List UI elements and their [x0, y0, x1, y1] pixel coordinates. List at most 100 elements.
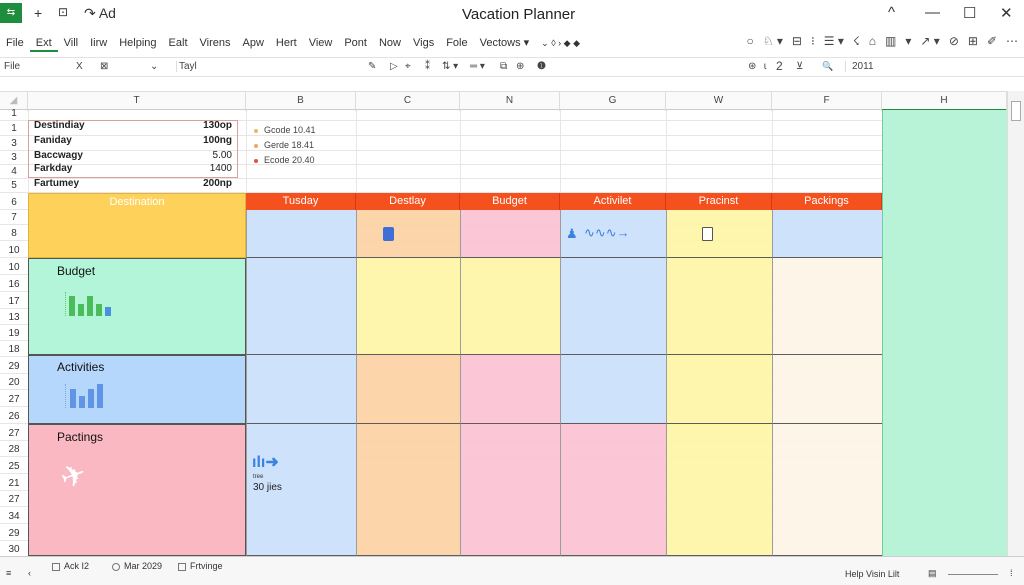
grid-cell[interactable]: [460, 210, 560, 258]
chevron-down-icon[interactable]: ⌄: [150, 61, 158, 72]
menu-virens[interactable]: Virens: [194, 34, 237, 52]
menu-vill[interactable]: Vill: [58, 34, 84, 52]
grid-cell[interactable]: [666, 210, 772, 258]
row-header[interactable]: 27: [0, 494, 28, 505]
grid-cell[interactable]: [560, 355, 666, 424]
row-header[interactable]: 18: [0, 344, 28, 355]
scrollbar-thumb[interactable]: [1011, 101, 1021, 121]
column-header-b[interactable]: B: [246, 92, 356, 111]
sheet-tab-3[interactable]: Frtvinge: [178, 561, 223, 571]
grid-cell[interactable]: [460, 424, 560, 556]
vertical-scrollbar[interactable]: [1007, 91, 1024, 556]
user-icon[interactable]: ♘ ▾: [763, 34, 783, 48]
save-icon[interactable]: ⊡: [58, 5, 68, 19]
pen-icon[interactable]: ✐: [987, 34, 997, 48]
layers-icon[interactable]: ⊛: [748, 61, 756, 72]
grid-cell[interactable]: [772, 424, 882, 556]
document-icon[interactable]: [383, 227, 394, 241]
menu-now[interactable]: Now: [373, 34, 407, 52]
minimize-button[interactable]: —: [925, 4, 940, 21]
menu-view[interactable]: View: [303, 34, 339, 52]
menu-apw[interactable]: Apw: [237, 34, 270, 52]
row-header[interactable]: 10: [0, 245, 28, 256]
pactings-block[interactable]: Pactings ✈: [28, 424, 246, 556]
zoom-handle-icon[interactable]: ⁞: [1010, 568, 1013, 578]
grid-cell[interactable]: [560, 258, 666, 355]
scroll-left-icon[interactable]: ‹: [28, 568, 31, 578]
grid-cell[interactable]: [772, 210, 882, 258]
grid-cell[interactable]: [356, 258, 460, 355]
row-header[interactable]: 10: [0, 262, 28, 273]
grid-cell[interactable]: [246, 210, 356, 258]
row-header[interactable]: 29: [0, 361, 28, 372]
row-header[interactable]: 26: [0, 411, 28, 422]
menu-file[interactable]: File: [0, 34, 30, 52]
search-input[interactable]: 2011: [845, 61, 1015, 72]
column-header-c[interactable]: C: [356, 92, 460, 111]
row-header[interactable]: 8: [0, 228, 28, 239]
grid-cell[interactable]: [246, 355, 356, 424]
row-header[interactable]: 30: [0, 544, 28, 555]
page-view-icon[interactable]: ▤: [928, 568, 937, 579]
grid-cell[interactable]: [666, 424, 772, 556]
grid-cell[interactable]: [772, 355, 882, 424]
menu-ealt[interactable]: Ealt: [163, 34, 194, 52]
band-header[interactable]: Activilet: [560, 193, 666, 210]
table-icon[interactable]: ⊟: [792, 34, 802, 48]
grid-icon[interactable]: ⊞: [968, 34, 978, 48]
circle-icon[interactable]: ○: [747, 34, 754, 48]
border-icon[interactable]: ═ ▾: [470, 61, 485, 72]
band-header[interactable]: Budget: [460, 193, 560, 210]
person-icon[interactable]: ♟: [566, 226, 578, 242]
menu-helping[interactable]: Helping: [113, 34, 162, 52]
menu-pont[interactable]: Pont: [338, 34, 373, 52]
menu-iirw[interactable]: Iirw: [84, 34, 113, 52]
strike-icon[interactable]: ⁑: [425, 61, 430, 72]
grid-cell[interactable]: [460, 258, 560, 355]
grid-cell[interactable]: [666, 258, 772, 355]
grid-cell[interactable]: [356, 355, 460, 424]
grid-cell[interactable]: [246, 258, 356, 355]
column-header-f[interactable]: F: [772, 92, 882, 111]
band-header[interactable]: Packings: [772, 193, 882, 210]
close-button[interactable]: ✕: [1000, 4, 1013, 22]
redo-button[interactable]: ↷ Ad: [84, 5, 116, 22]
grid-cell[interactable]: [356, 210, 460, 258]
maximize-button[interactable]: ☐: [963, 4, 976, 22]
activities-block[interactable]: Activities: [28, 355, 246, 424]
menu-ext[interactable]: Ext: [29, 34, 58, 52]
row-header[interactable]: 21: [0, 478, 28, 489]
row-header[interactable]: 19: [0, 328, 28, 339]
shape-icon[interactable]: ⌖: [405, 61, 411, 72]
band-header[interactable]: Destlay: [356, 193, 460, 210]
row-header[interactable]: 6: [0, 197, 28, 208]
menu-vectows[interactable]: Vectows ▾: [474, 34, 536, 52]
cursor-icon[interactable]: ɩ: [764, 61, 766, 72]
row-header[interactable]: 27: [0, 394, 28, 405]
budget-block[interactable]: Budget: [28, 258, 246, 355]
formula-input[interactable]: Tayl: [176, 61, 356, 72]
column-header-t[interactable]: T: [28, 92, 246, 111]
filter-icon[interactable]: ▾: [905, 34, 911, 48]
row-header[interactable]: 27: [0, 428, 28, 439]
menu-vigs[interactable]: Vigs: [407, 34, 440, 52]
add-icon[interactable]: +: [34, 5, 42, 21]
more-vertical-icon[interactable]: ⁝: [811, 34, 815, 48]
grid-cell[interactable]: [666, 355, 772, 424]
link-icon[interactable]: ⊘: [949, 34, 959, 48]
row-header[interactable]: 7: [0, 212, 28, 223]
print-icon[interactable]: ⊕: [516, 61, 524, 72]
grid-cell[interactable]: [356, 424, 460, 556]
trash-icon[interactable]: ⌂: [869, 34, 876, 48]
grid-cell[interactable]: [772, 258, 882, 355]
row-header[interactable]: 1: [0, 108, 28, 119]
row-header[interactable]: 17: [0, 296, 28, 307]
row-header[interactable]: 25: [0, 461, 28, 472]
name-box[interactable]: File: [4, 61, 20, 72]
row-header[interactable]: 20: [0, 377, 28, 388]
row-header[interactable]: 13: [0, 312, 28, 323]
search-icon[interactable]: 🔍: [822, 61, 833, 72]
band-header[interactable]: Pracinst: [666, 193, 772, 210]
row-header[interactable]: 4: [0, 166, 28, 177]
list-icon[interactable]: ☰ ▾: [824, 34, 844, 48]
